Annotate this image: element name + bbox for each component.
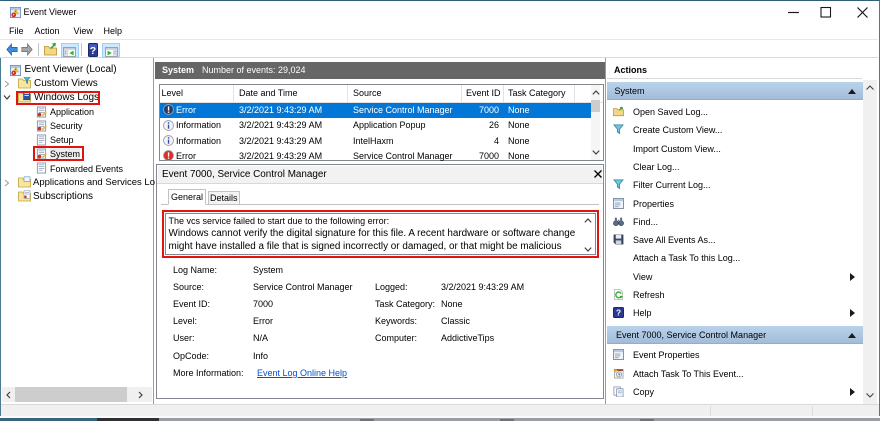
svg-text:?: ? xyxy=(89,45,95,57)
svg-text:?: ? xyxy=(616,309,621,318)
